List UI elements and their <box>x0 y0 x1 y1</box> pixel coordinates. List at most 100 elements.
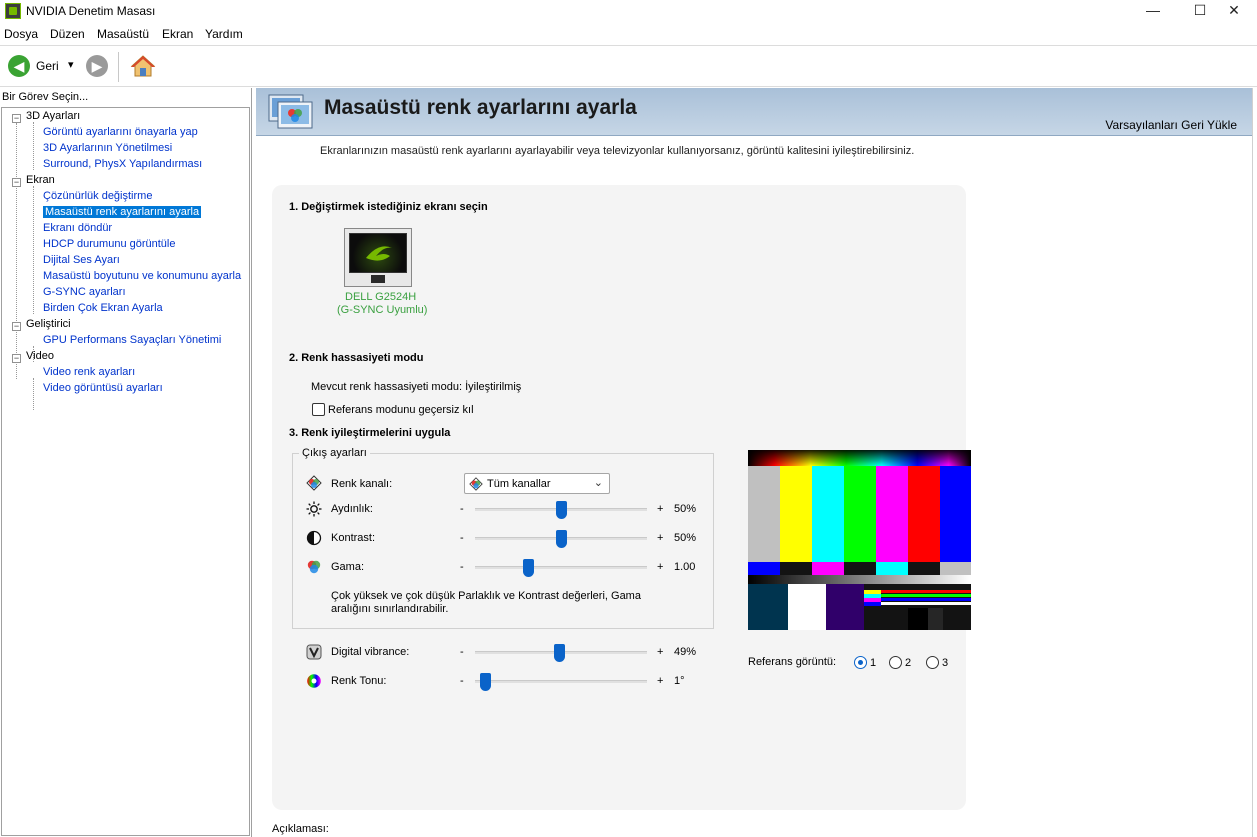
slider-value: 1° <box>674 675 685 687</box>
collapse-toggle[interactable]: − <box>12 114 21 123</box>
collapse-toggle[interactable]: − <box>12 354 21 363</box>
tree-item-resolution[interactable]: Çözünürlük değiştirme <box>43 190 152 202</box>
page-description: Ekranlarınızın masaüstü renk ayarlarını … <box>320 145 915 157</box>
tree-item-desktop-size[interactable]: Masaüstü boyutunu ve konumunu ayarla <box>43 270 241 282</box>
gamma-icon <box>306 559 322 575</box>
slider-minus[interactable]: - <box>460 675 464 687</box>
reference-radio-2-label[interactable]: 2 <box>905 657 911 669</box>
window-title: NVIDIA Denetim Masası <box>26 4 156 18</box>
tree-category-video[interactable]: Video <box>26 350 54 362</box>
slider-plus[interactable]: + <box>657 532 663 544</box>
slider-plus[interactable]: + <box>657 503 663 515</box>
tree-item-gsync[interactable]: G-SYNC ayarları <box>43 286 126 298</box>
page-banner: Masaüstü renk ayarlarını ayarla Varsayıl… <box>256 88 1253 136</box>
tree-item-preset[interactable]: Görüntü ayarlarını önayarla yap <box>43 126 198 138</box>
tree-connector <box>33 186 34 314</box>
settings-panel: 1. Değiştirmek istediğiniz ekranı seçin … <box>272 185 971 810</box>
collapse-toggle[interactable]: − <box>12 322 21 331</box>
slider-thumb[interactable] <box>555 501 567 519</box>
reference-radio-2[interactable] <box>889 656 902 669</box>
menu-yardim[interactable]: Yardım <box>205 27 243 41</box>
slider-label: Digital vibrance: <box>331 646 410 658</box>
contrast-icon <box>306 530 322 546</box>
override-reference-label[interactable]: Referans modunu geçersiz kıl <box>328 404 474 416</box>
slider-value: 50% <box>674 532 697 544</box>
display-subtitle[interactable]: (G-SYNC Uyumlu) <box>337 304 427 316</box>
menu-masaustu[interactable]: Masaüstü <box>97 27 149 41</box>
tree-connector <box>33 122 34 170</box>
minimize-button[interactable]: — <box>1130 0 1176 22</box>
slider-label: Gama: <box>331 561 365 573</box>
color-channel-icon <box>306 475 322 491</box>
color-channel-label: Renk kanalı: <box>331 478 393 490</box>
slider-plus[interactable]: + <box>657 675 663 687</box>
tree-item-video-image[interactable]: Video görüntüsü ayarları <box>43 382 163 394</box>
slider-minus[interactable]: - <box>460 646 464 658</box>
home-icon[interactable] <box>130 54 156 78</box>
reference-radio-3-label[interactable]: 3 <box>942 657 948 669</box>
slider-value: 50% <box>674 503 697 515</box>
slider-plus[interactable]: + <box>657 561 663 573</box>
override-reference-checkbox[interactable] <box>312 403 325 416</box>
reference-radio-1-label[interactable]: 1 <box>870 657 876 669</box>
nvidia-logo-icon <box>366 246 392 261</box>
menu-duzen[interactable]: Düzen <box>50 27 85 41</box>
task-pane: Bir Görev Seçin... − 3D Ayarları Görüntü… <box>0 88 252 837</box>
slider-plus[interactable]: + <box>657 646 663 658</box>
tree-connector <box>33 378 34 410</box>
slider-thumb[interactable] <box>553 644 565 662</box>
tree-item-digital-audio[interactable]: Dijital Ses Ayarı <box>43 254 120 266</box>
tree-item-gpu-counters[interactable]: GPU Performans Sayaçları Yönetimi <box>43 334 221 346</box>
slider-value: 1.00 <box>674 561 696 573</box>
tree-item-multi-display[interactable]: Birden Çok Ekran Ayarla <box>43 302 163 314</box>
close-button[interactable]: ✕ <box>1211 0 1257 22</box>
tree-item-3d-manage[interactable]: 3D Ayarlarının Yönetilmesi <box>43 142 172 154</box>
desktop-color-icon <box>268 94 313 129</box>
toolbar: ◀ Geri ▾ ▶ <box>0 45 1257 87</box>
tree-item-rotate[interactable]: Ekranı döndür <box>43 222 112 234</box>
output-settings-title: Çıkış ayarları <box>299 447 370 459</box>
back-arrow-icon[interactable]: ◀ <box>8 55 30 77</box>
section-apply-enhancements: 3. Renk iyileştirmelerini uygula <box>289 427 451 439</box>
tree-item-desktop-color[interactable]: Masaüstü renk ayarlarını ayarla <box>43 206 202 218</box>
display-monitor-icon[interactable] <box>344 228 412 287</box>
section-select-display: 1. Değiştirmek istediğiniz ekranı seçin <box>289 201 488 213</box>
monitor-stand <box>371 275 385 283</box>
slider-minus[interactable]: - <box>460 503 464 515</box>
toolbar-divider <box>118 52 119 82</box>
nvidia-app-icon <box>5 3 21 19</box>
menu-bar: Dosya Düzen Masaüstü Ekran Yardım <box>0 24 1257 44</box>
slider-value: 49% <box>674 646 697 658</box>
slider-minus[interactable]: - <box>460 561 464 573</box>
tree-category-developer[interactable]: Geliştirici <box>26 318 71 330</box>
display-name[interactable]: DELL G2524H <box>345 291 416 303</box>
tree-item-surround[interactable]: Surround, PhysX Yapılandırması <box>43 158 202 170</box>
slider-label: Kontrast: <box>331 532 376 544</box>
menu-ekran[interactable]: Ekran <box>162 27 193 41</box>
tree-item-video-color[interactable]: Video renk ayarları <box>43 366 135 378</box>
tree-category-ekran[interactable]: Ekran <box>26 174 55 186</box>
slider-thumb[interactable] <box>479 673 491 691</box>
forward-arrow-icon[interactable]: ▶ <box>86 55 108 77</box>
content-pane: Masaüstü renk ayarlarını ayarla Varsayıl… <box>256 88 1257 837</box>
slider-track[interactable] <box>475 680 647 683</box>
reference-radio-1[interactable] <box>854 656 867 669</box>
slider-minus[interactable]: - <box>460 532 464 544</box>
slider-thumb[interactable] <box>555 530 567 548</box>
tree-item-hdcp[interactable]: HDCP durumunu görüntüle <box>43 238 175 250</box>
back-history-dropdown[interactable]: ▾ <box>68 58 74 71</box>
tree-category-3d[interactable]: 3D Ayarları <box>26 110 80 122</box>
task-tree: − 3D Ayarları Görüntü ayarlarını önayarl… <box>1 107 250 836</box>
chevron-down-icon: ⌄ <box>593 477 603 489</box>
gamma-warning-line2: aralığını sınırlandırabilir. <box>331 603 449 615</box>
back-button-label[interactable]: Geri <box>36 59 59 73</box>
menu-dosya[interactable]: Dosya <box>4 27 38 41</box>
color-channel-dropdown[interactable]: Tüm kanallar ⌄ <box>464 473 610 494</box>
collapse-toggle[interactable]: − <box>12 178 21 187</box>
reference-radio-3[interactable] <box>926 656 939 669</box>
restore-defaults-link[interactable]: Varsayılanları Geri Yükle <box>1105 118 1237 132</box>
vibrance-icon <box>306 644 322 660</box>
slider-track[interactable] <box>475 566 647 569</box>
color-channel-value: Tüm kanallar <box>487 478 551 490</box>
slider-thumb[interactable] <box>523 559 535 577</box>
